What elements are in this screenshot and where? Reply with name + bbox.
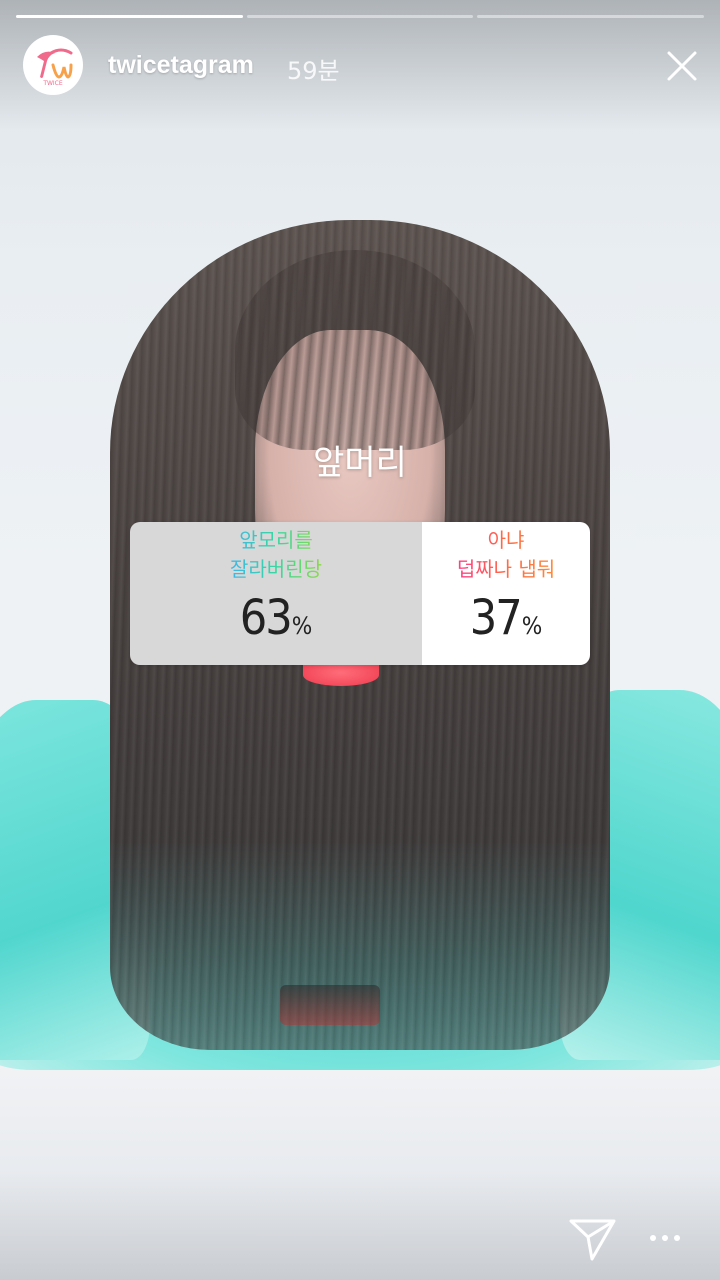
story-progress [16,15,705,18]
logo-text: TWICE [42,80,63,87]
progress-segment [16,15,243,18]
photo-bangs [235,250,475,450]
percent-sign: % [291,612,313,640]
poll-option-label: 아냐 덥짜나 냅둬 [457,526,555,584]
percent-value: 63 [239,590,293,646]
twice-logo-icon: TWICE [37,48,73,87]
option-label-line: 앞모리를 [239,528,313,552]
progress-fill [16,15,243,18]
option-label-line: 잘라버린당 [230,557,322,581]
poll-question: 앞머리 [313,443,407,483]
percent-value: 37 [469,590,523,646]
more-options-icon[interactable] [648,1228,682,1248]
option-label-line: 덥짜나 냅둬 [456,557,556,581]
poll-option-percent: 63% [240,590,312,646]
username[interactable]: twicetagram [108,51,254,80]
photo-lips [303,664,379,686]
progress-segment [477,15,705,18]
percent-sign: % [521,612,543,640]
poll-option-1[interactable]: 앞모리를 잘라버린당 63% [130,522,422,665]
close-icon[interactable] [664,48,700,84]
option-label-line: 아냐 [487,528,525,552]
avatar[interactable]: TWICE [23,35,83,95]
post-time: 59분 [287,57,340,85]
poll-sticker: 앞모리를 잘라버린당 63% 아냐 덥짜나 냅둬 37% [130,522,590,665]
photo-shirt-print [280,985,380,1025]
send-icon[interactable] [568,1217,618,1263]
poll-option-label: 앞모리를 잘라버린당 [230,526,322,584]
poll-option-2[interactable]: 아냐 덥짜나 냅둬 37% [422,522,590,665]
poll-option-percent: 37% [470,590,542,646]
progress-segment [246,15,474,18]
